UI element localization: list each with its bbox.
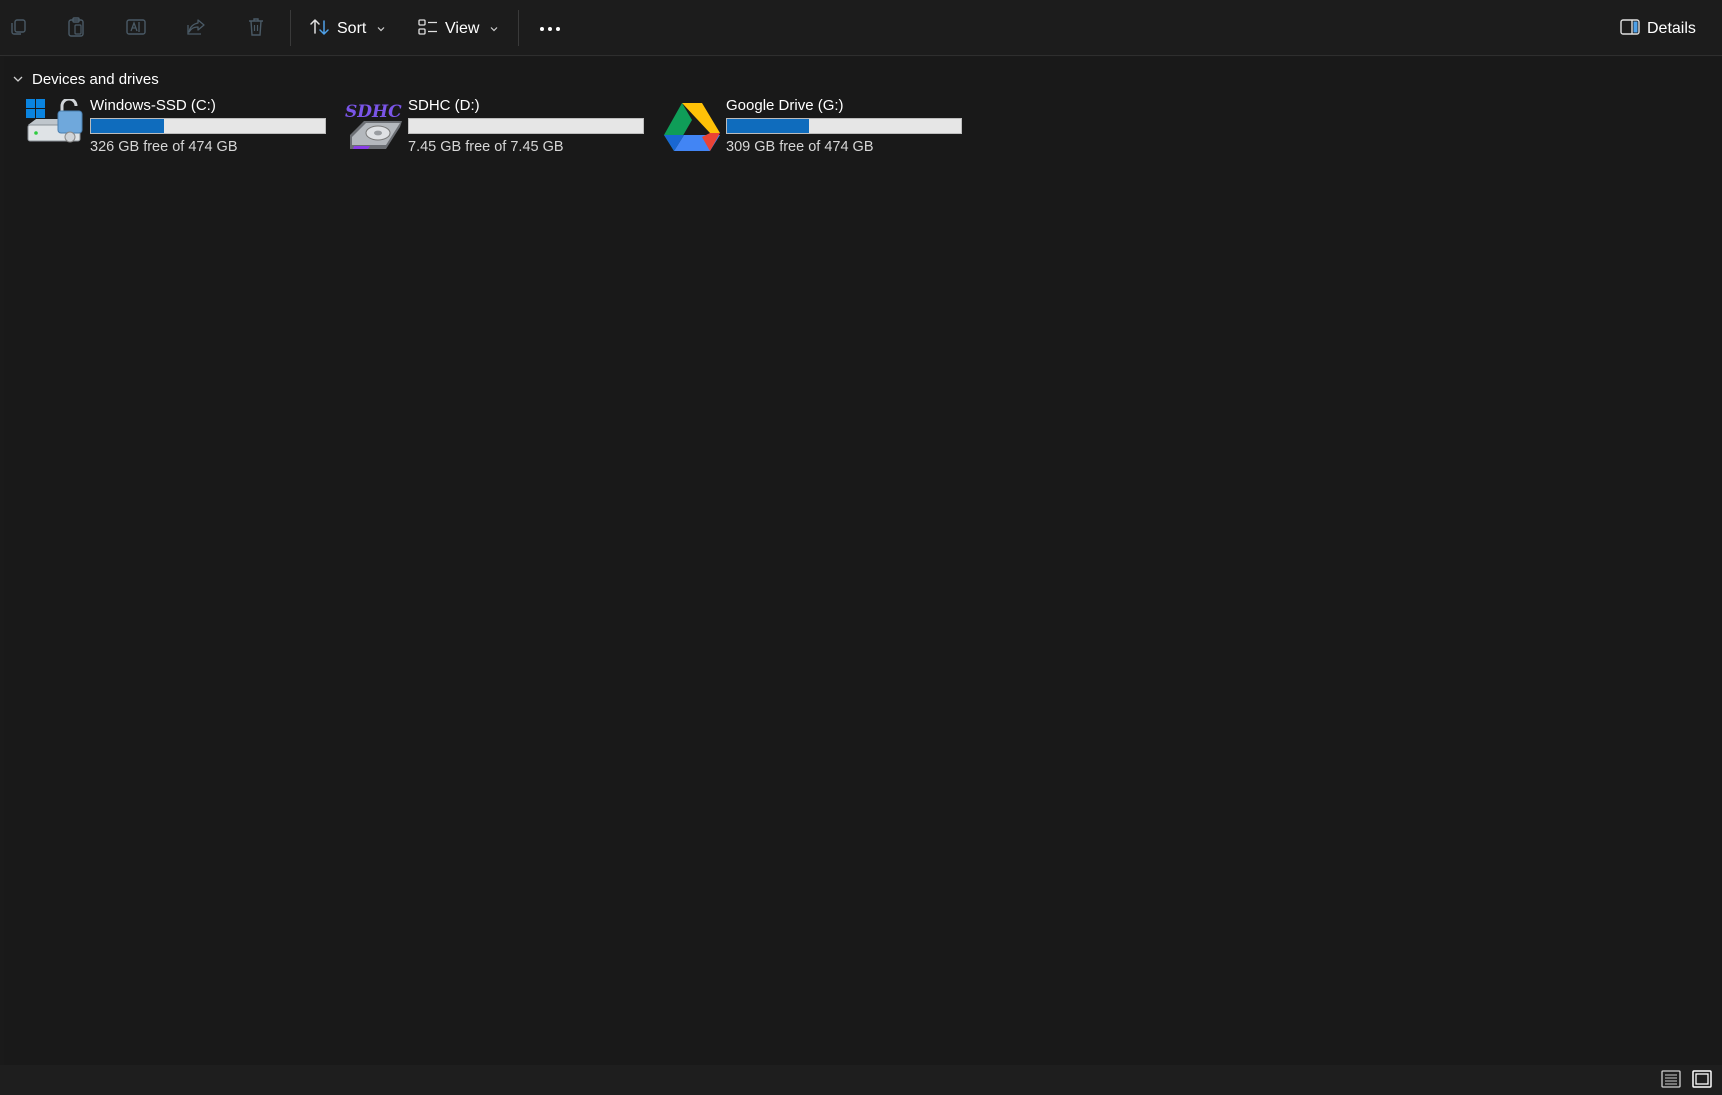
details-label: Details bbox=[1647, 20, 1696, 37]
drive-usage-fill bbox=[91, 119, 164, 133]
copy-icon bbox=[8, 17, 28, 42]
windows-drive-icon bbox=[26, 97, 86, 155]
drive-free-space: 309 GB free of 474 GB bbox=[726, 139, 874, 155]
drive-name: Windows-SSD (C:) bbox=[90, 97, 216, 114]
file-explorer-window: Sort View Details Devices and drives Win… bbox=[0, 0, 1722, 1095]
group-header-devices-and-drives[interactable]: Devices and drives bbox=[12, 69, 159, 89]
toolbar-separator bbox=[518, 10, 519, 46]
delete-icon bbox=[246, 16, 266, 43]
google-drive-icon bbox=[662, 99, 722, 155]
drive-tile-google-drive[interactable]: Google Drive (G:) 309 GB free of 474 GB bbox=[662, 95, 962, 161]
view-button[interactable]: View bbox=[417, 12, 499, 46]
toolbar-separator bbox=[290, 10, 291, 46]
details-pane-button[interactable]: Details bbox=[1619, 12, 1696, 46]
large-icons-view-icon bbox=[1692, 1069, 1712, 1093]
drive-name: Google Drive (G:) bbox=[726, 97, 844, 114]
sort-icon bbox=[309, 17, 331, 42]
drive-usage-bar bbox=[90, 118, 326, 134]
drive-usage-bar bbox=[408, 118, 644, 134]
delete-button[interactable] bbox=[238, 12, 274, 46]
status-bar bbox=[0, 1065, 1722, 1095]
drive-tile-sdhc[interactable]: SDHC SDHC (D:) 7.45 GB free of 7.45 GB bbox=[344, 95, 644, 161]
drive-free-space: 326 GB free of 474 GB bbox=[90, 139, 238, 155]
drive-tile-windows-ssd[interactable]: Windows-SSD (C:) 326 GB free of 474 GB bbox=[26, 95, 326, 161]
details-view-toggle[interactable] bbox=[1660, 1069, 1682, 1093]
view-icon bbox=[417, 17, 439, 42]
chevron-down-icon bbox=[376, 20, 386, 38]
drive-usage-fill bbox=[727, 119, 809, 133]
paste-icon bbox=[66, 16, 86, 43]
large-icons-view-toggle[interactable] bbox=[1691, 1069, 1713, 1093]
copy-button[interactable] bbox=[0, 12, 36, 46]
drive-name: SDHC (D:) bbox=[408, 97, 480, 114]
drive-free-space: 7.45 GB free of 7.45 GB bbox=[408, 139, 564, 155]
details-pane-icon bbox=[1619, 18, 1641, 41]
file-list-area[interactable]: Devices and drives Windows-SSD (C:) 326 … bbox=[4, 57, 1722, 1065]
group-header-label: Devices and drives bbox=[32, 70, 159, 88]
chevron-down-icon bbox=[12, 71, 24, 88]
chevron-down-icon bbox=[489, 20, 499, 38]
view-label: View bbox=[445, 20, 480, 37]
more-icon bbox=[538, 20, 562, 38]
rename-button[interactable] bbox=[118, 12, 154, 46]
more-options-button[interactable] bbox=[532, 12, 568, 46]
rename-icon bbox=[125, 17, 147, 42]
details-view-icon bbox=[1661, 1069, 1681, 1093]
sdhc-card-icon: SDHC bbox=[344, 99, 404, 155]
drive-usage-bar bbox=[726, 118, 962, 134]
sort-button[interactable]: Sort bbox=[309, 12, 386, 46]
share-icon bbox=[185, 17, 207, 42]
svg-text:SDHC: SDHC bbox=[345, 102, 402, 122]
share-button[interactable] bbox=[178, 12, 214, 46]
paste-button[interactable] bbox=[58, 12, 94, 46]
command-bar: Sort View Details bbox=[0, 0, 1722, 56]
sort-label: Sort bbox=[337, 20, 367, 37]
